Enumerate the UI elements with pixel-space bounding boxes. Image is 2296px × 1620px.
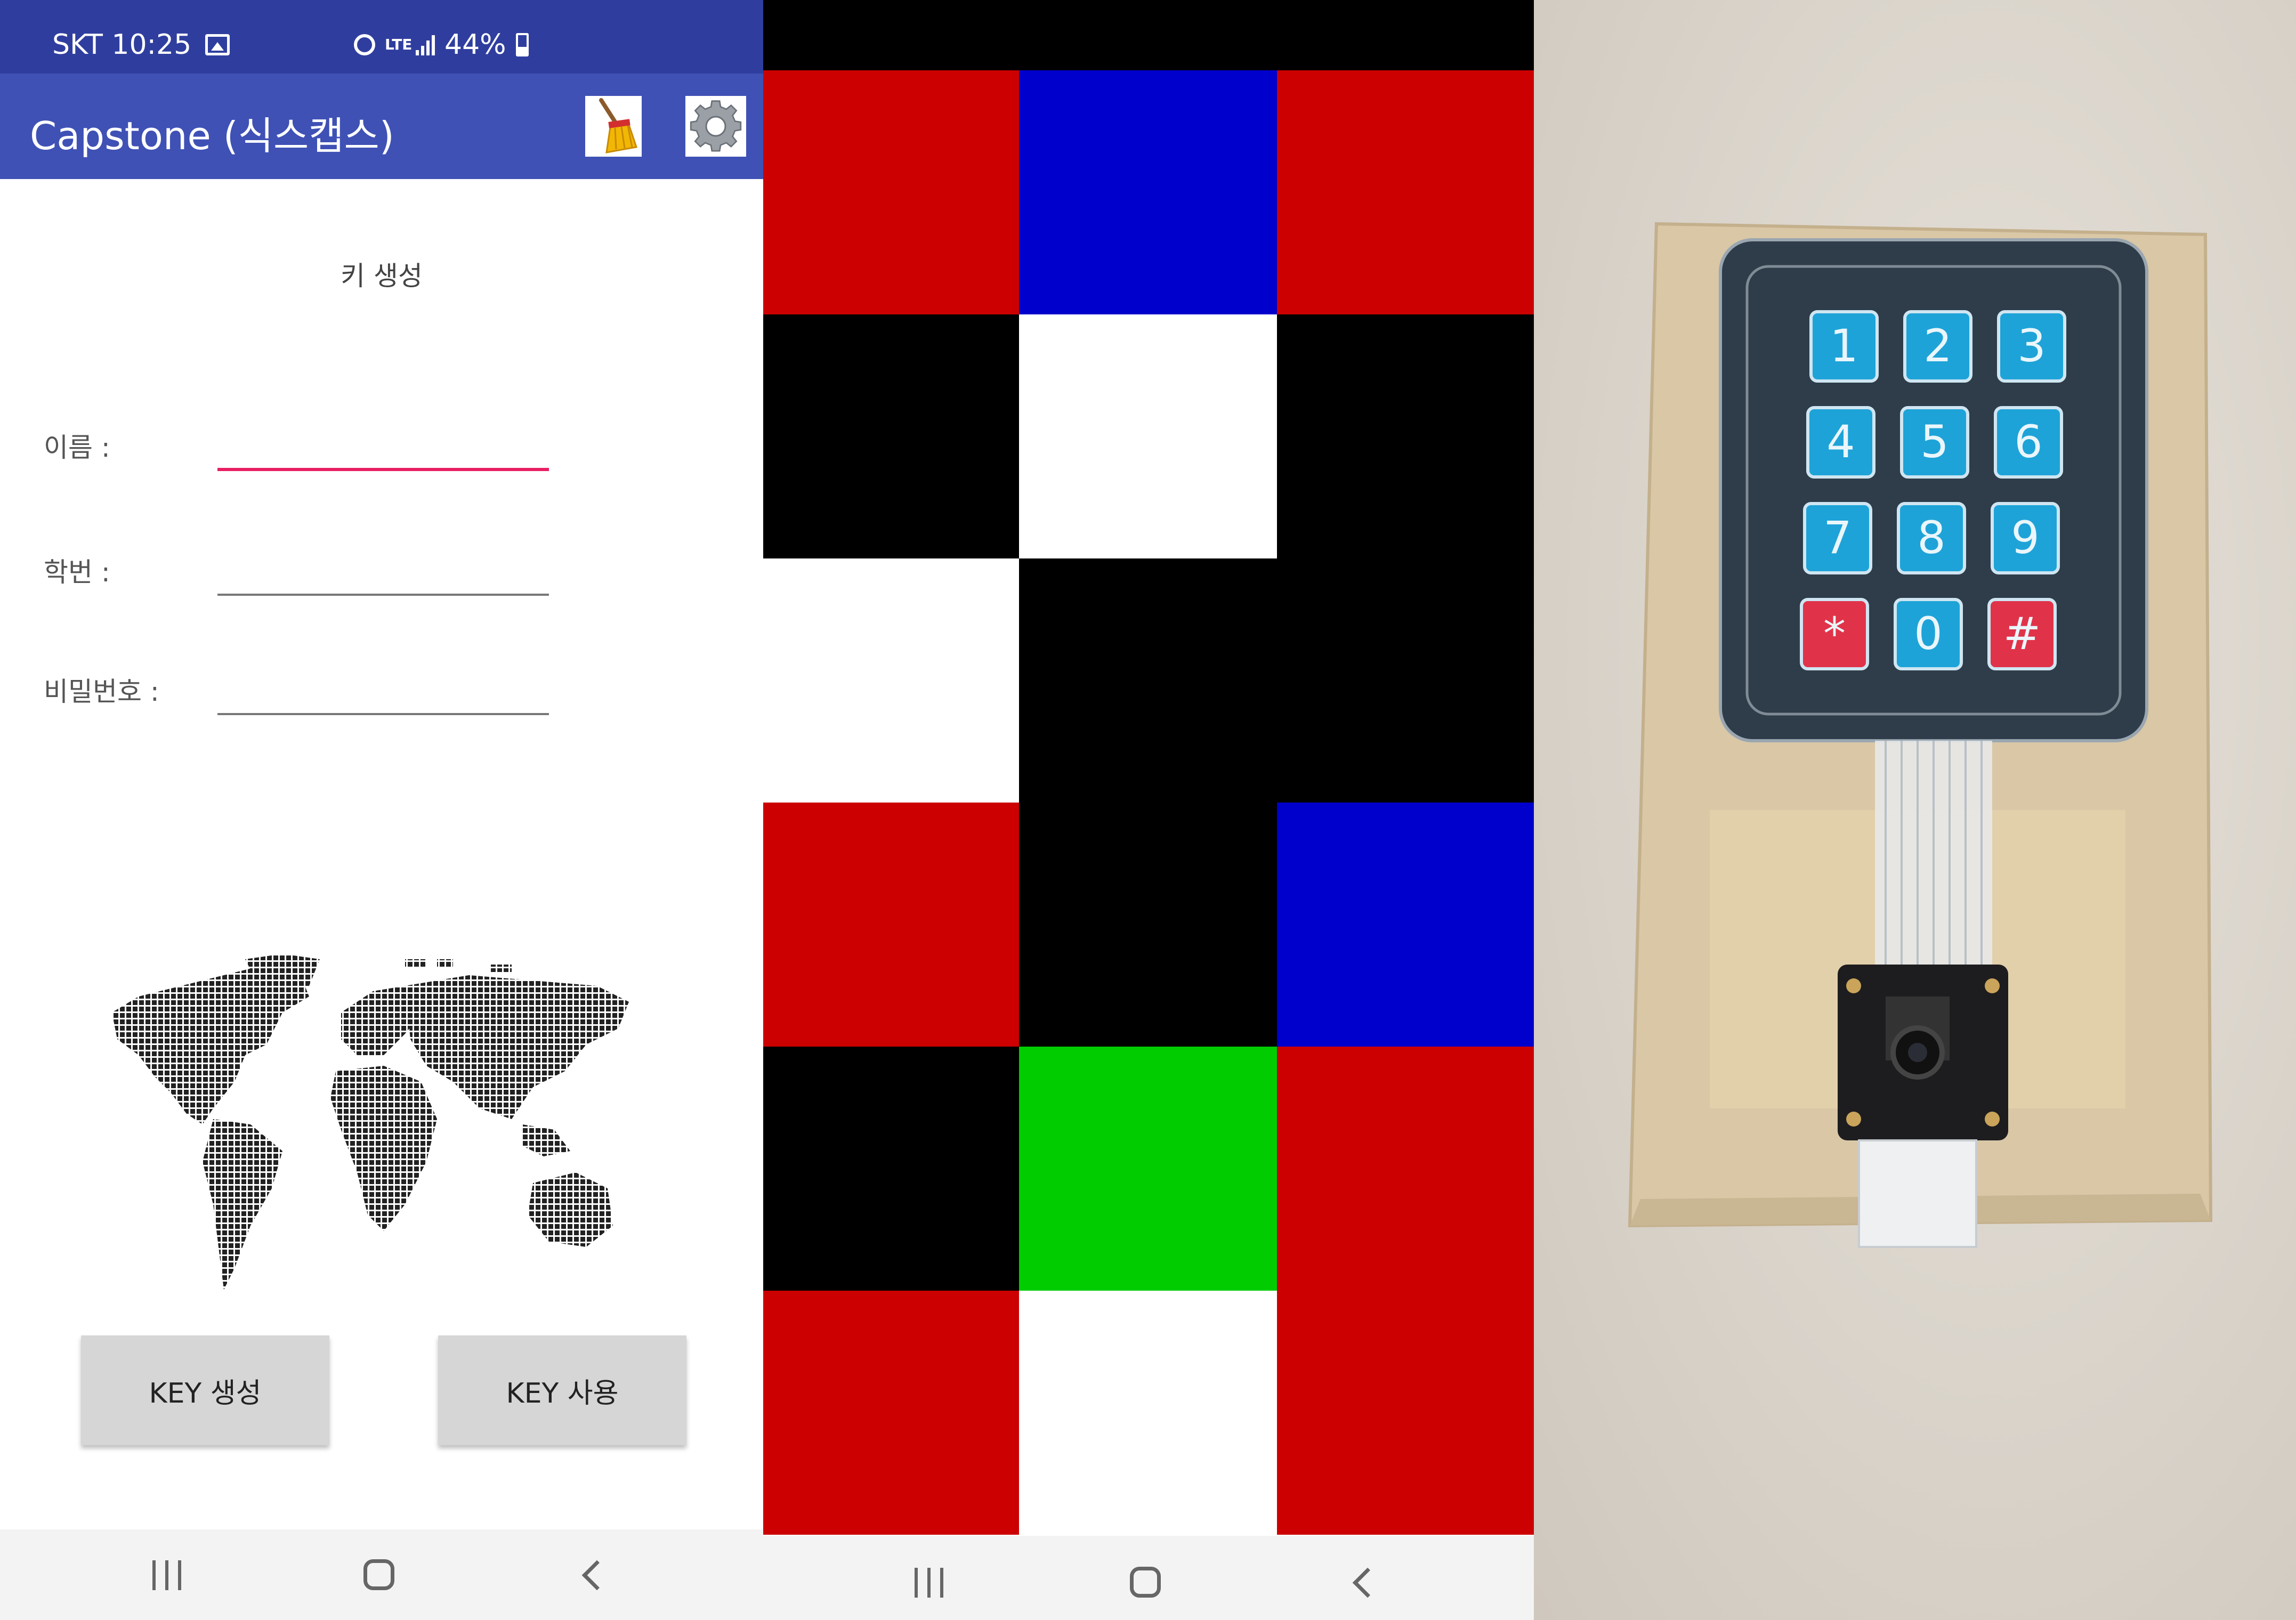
name-field-underline — [217, 468, 549, 471]
student-id-label: 학번 : — [44, 557, 110, 588]
world-map-icon — [112, 954, 629, 1290]
keypad-key-5: 5 — [1900, 406, 1969, 479]
svg-text:6: 6 — [2014, 416, 2042, 468]
password-label: 비밀번호 : — [44, 676, 159, 707]
student-id-field-underline — [217, 594, 549, 596]
device-photo: 1 2 3 4 5 6 7 8 9 * 0 # — [1534, 0, 2296, 1620]
keypad-key-8: 8 — [1897, 502, 1966, 574]
lte-icon: LTE — [385, 36, 413, 53]
keypad-key-7: 7 — [1803, 502, 1872, 574]
navigation-bar — [0, 1529, 763, 1620]
home-icon[interactable] — [363, 1559, 394, 1590]
recent-apps-icon[interactable] — [152, 1560, 181, 1590]
password-field-underline — [217, 713, 549, 715]
app-title: Capstone (식스캡스) — [30, 114, 394, 158]
svg-text:9: 9 — [2011, 512, 2039, 564]
keypad-key-9: 9 — [1991, 502, 2060, 574]
student-id-field[interactable] — [217, 546, 549, 594]
svg-text:0: 0 — [1914, 608, 1942, 660]
app-screen: SKT 10:25 LTE 44% Capstone (식스캡스) 키 생성 이… — [0, 0, 763, 1620]
name-field[interactable] — [217, 421, 549, 469]
signal-icon — [416, 34, 435, 55]
navigation-bar — [763, 1536, 1534, 1620]
svg-text:#: # — [2003, 608, 2041, 660]
broom-icon[interactable] — [585, 96, 642, 157]
grid-cell-blue — [1019, 70, 1277, 314]
keypad-key-hash: # — [1987, 598, 2057, 670]
app-bar: Capstone (식스캡스) — [0, 74, 763, 179]
svg-text:*: * — [1823, 608, 1846, 660]
key-use-button[interactable]: KEY 사용 — [438, 1335, 686, 1445]
back-icon[interactable] — [581, 1560, 612, 1591]
color-grid-screen — [763, 0, 1534, 1620]
battery-icon — [515, 33, 529, 56]
keypad-key-1: 1 — [1809, 310, 1879, 383]
grid-cell-green — [1019, 1047, 1277, 1291]
grid-cell-red — [1277, 70, 1534, 314]
grid-cell-black — [1277, 558, 1534, 803]
grid-cell-black — [1277, 314, 1534, 558]
keypad-camera-photo: 1 2 3 4 5 6 7 8 9 * 0 # — [1628, 222, 2213, 1248]
grid-cell-white — [763, 558, 1019, 803]
grid-cell-white — [1019, 314, 1277, 558]
svg-text:2: 2 — [1923, 320, 1952, 372]
home-icon[interactable] — [1130, 1567, 1161, 1598]
grid-cell-black — [1019, 558, 1277, 803]
grid-cell-black — [1019, 803, 1277, 1047]
grid-cell-red — [763, 70, 1019, 314]
password-field[interactable] — [217, 665, 549, 713]
svg-text:1: 1 — [1830, 320, 1858, 372]
name-label: 이름 : — [44, 432, 110, 463]
keypad-key-0: 0 — [1894, 598, 1963, 670]
status-carrier-time: SKT 10:25 — [52, 29, 192, 61]
key-create-button[interactable]: KEY 생성 — [81, 1335, 329, 1445]
grid-cell-black — [763, 314, 1019, 558]
svg-text:7: 7 — [1823, 512, 1852, 564]
back-icon[interactable] — [1352, 1567, 1383, 1598]
grid-top-bar — [763, 0, 1534, 70]
svg-text:8: 8 — [1917, 512, 1945, 564]
keypad-key-4: 4 — [1806, 406, 1875, 479]
keypad-key-3: 3 — [1997, 310, 2066, 383]
keypad-key-star: * — [1800, 598, 1869, 670]
grid-cell-blue — [1277, 803, 1534, 1047]
grid-cell-black — [763, 1047, 1019, 1291]
svg-text:3: 3 — [2017, 320, 2046, 372]
recent-apps-icon[interactable] — [915, 1568, 943, 1598]
gallery-icon — [205, 34, 230, 55]
battery-percent: 44% — [444, 29, 506, 61]
status-bar: SKT 10:25 LTE 44% — [0, 0, 763, 74]
grid-cell-red — [763, 1291, 1019, 1535]
page-heading: 키 생성 — [341, 261, 423, 291]
grid-cell-red — [1277, 1047, 1534, 1291]
grid-cell-white — [1019, 1291, 1277, 1535]
alarm-icon — [354, 34, 375, 55]
gear-icon[interactable] — [685, 96, 746, 157]
svg-text:4: 4 — [1826, 416, 1855, 468]
keypad-key-2: 2 — [1903, 310, 1972, 383]
grid-cell-red — [1277, 1291, 1534, 1535]
keypad-key-6: 6 — [1994, 406, 2063, 479]
grid-cell-red — [763, 803, 1019, 1047]
svg-text:5: 5 — [1920, 416, 1949, 468]
